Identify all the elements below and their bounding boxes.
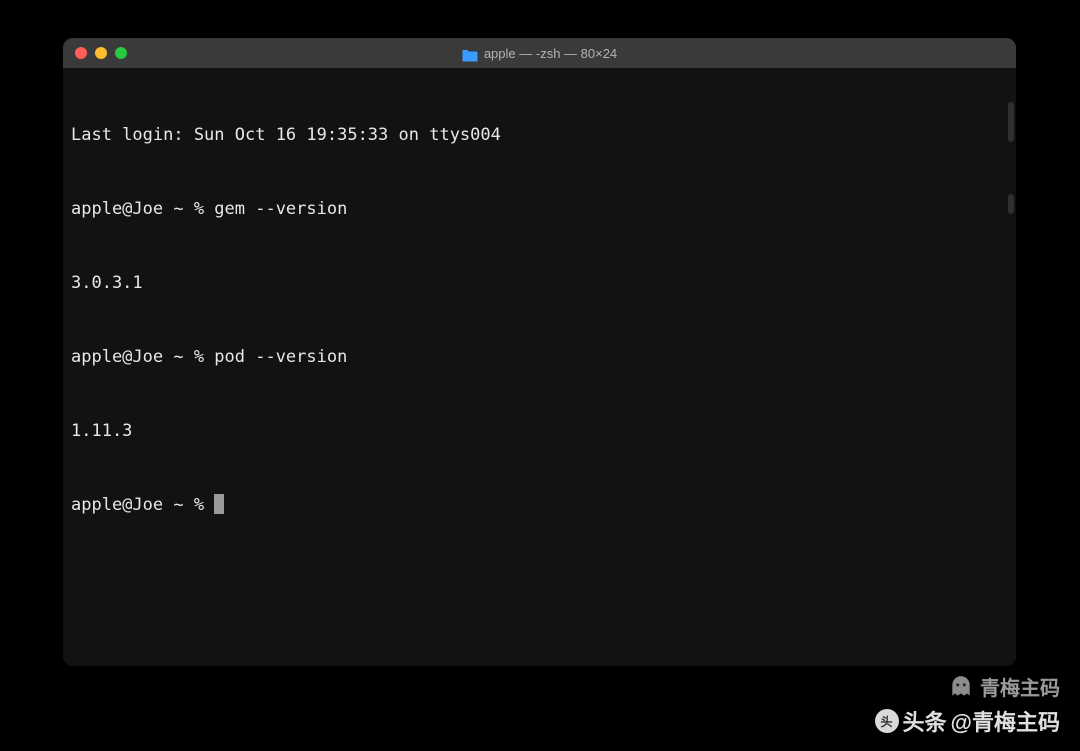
watermark-bottom: 头 头条 @青梅主码 [875, 705, 1060, 737]
window-title: apple — -zsh — 80×24 [484, 46, 617, 61]
watermark: 青梅主码 头 头条 @青梅主码 [875, 672, 1060, 737]
traffic-lights [63, 47, 127, 59]
terminal-line: 1.11.3 [71, 419, 1008, 444]
terminal-prompt: apple@Joe ~ % [71, 495, 214, 515]
terminal-prompt-line: apple@Joe ~ % [71, 493, 1008, 518]
minimize-button[interactable] [95, 47, 107, 59]
terminal-line: apple@Joe ~ % pod --version [71, 345, 1008, 370]
ghost-icon [948, 674, 974, 700]
terminal-line: apple@Joe ~ % gem --version [71, 197, 1008, 222]
watermark-bottom-text: @青梅主码 [951, 705, 1060, 737]
close-button[interactable] [75, 47, 87, 59]
folder-icon [462, 47, 478, 60]
terminal-body[interactable]: Last login: Sun Oct 16 19:35:33 on ttys0… [63, 68, 1016, 666]
terminal-line: Last login: Sun Oct 16 19:35:33 on ttys0… [71, 123, 1008, 148]
maximize-button[interactable] [115, 47, 127, 59]
watermark-top-text: 青梅主码 [980, 672, 1060, 701]
title-bar[interactable]: apple — -zsh — 80×24 [63, 38, 1016, 68]
scrollbar[interactable] [1008, 194, 1014, 214]
cursor [214, 494, 224, 514]
head-icon: 头 [875, 709, 899, 733]
title-center: apple — -zsh — 80×24 [63, 38, 1016, 68]
terminal-line: 3.0.3.1 [71, 271, 1008, 296]
watermark-top: 青梅主码 [948, 672, 1060, 701]
scrollbar[interactable] [1008, 102, 1014, 142]
watermark-bottom-prefix: 头条 [903, 705, 947, 737]
terminal-window: apple — -zsh — 80×24 Last login: Sun Oct… [63, 38, 1016, 666]
